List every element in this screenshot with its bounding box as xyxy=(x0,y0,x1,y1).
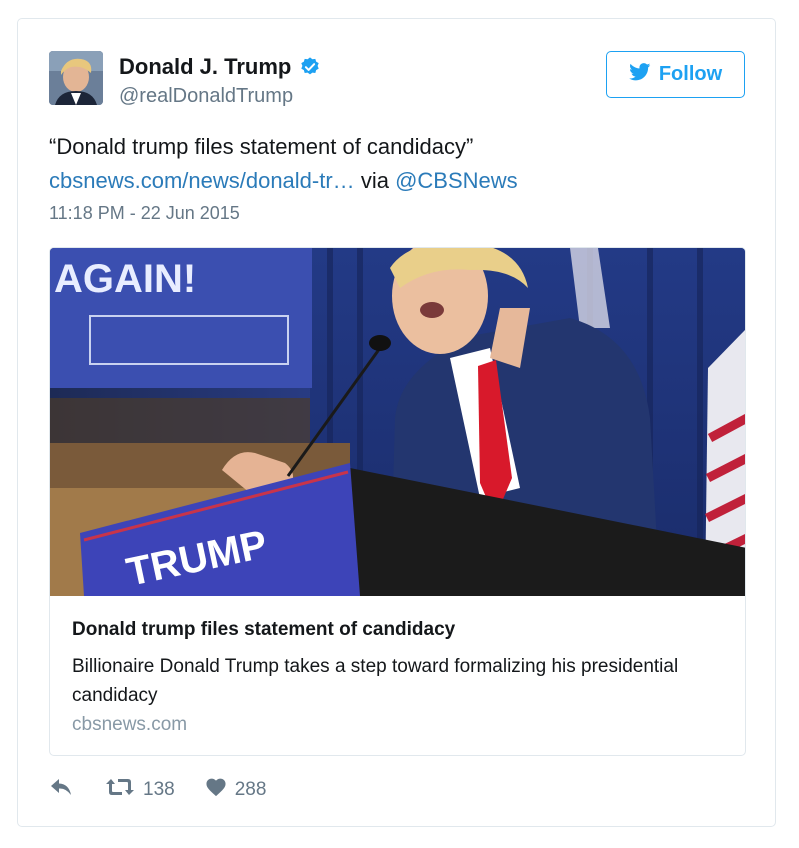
tweet-quote: “Donald trump files statement of candida… xyxy=(49,134,474,159)
tweet-actions: 138 288 xyxy=(49,777,266,803)
mention-link[interactable]: @CBSNews xyxy=(395,168,518,193)
article-link[interactable]: cbsnews.com/news/donald-tr… xyxy=(49,168,355,193)
retweet-count: 138 xyxy=(143,779,175,800)
card-title[interactable]: Donald trump files statement of candidac… xyxy=(72,619,455,641)
via-text: via xyxy=(360,168,389,193)
heart-icon xyxy=(205,777,227,803)
author-handle[interactable]: @realDonaldTrump xyxy=(119,85,293,108)
author-name-text[interactable]: Donald J. Trump xyxy=(119,54,291,80)
author-avatar[interactable] xyxy=(49,51,103,105)
banner-sign-text: AGAIN! xyxy=(54,257,196,301)
retweet-button[interactable]: 138 xyxy=(105,777,175,803)
author-name[interactable]: Donald J. Trump xyxy=(119,54,321,80)
reply-button[interactable] xyxy=(49,777,73,803)
reply-icon xyxy=(49,777,73,803)
twitter-bird-icon xyxy=(628,62,651,87)
card-description: Billionaire Donald Trump takes a step to… xyxy=(72,656,679,706)
like-button[interactable]: 288 xyxy=(205,777,267,803)
retweet-icon xyxy=(105,777,135,803)
verified-badge-icon xyxy=(299,56,321,78)
tweet-link-line: cbsnews.com/news/donald-tr… via @CBSNews xyxy=(49,164,749,198)
like-count: 288 xyxy=(234,779,267,800)
tweet-text: “Donald trump files statement of candida… xyxy=(49,130,749,198)
article-image: AGAIN! TRUMP xyxy=(50,248,745,596)
tweet-timestamp[interactable]: 11:18 PM - 22 Jun 2015 xyxy=(49,203,240,224)
follow-label: Follow xyxy=(658,63,723,85)
tweet-card: Donald J. Trump @realDonaldTrump Follow … xyxy=(17,18,776,827)
follow-button[interactable]: Follow xyxy=(606,51,745,98)
card-domain: cbsnews.com xyxy=(72,714,188,735)
link-preview-card[interactable]: AGAIN! TRUMP Donald trump files statemen… xyxy=(49,247,746,756)
